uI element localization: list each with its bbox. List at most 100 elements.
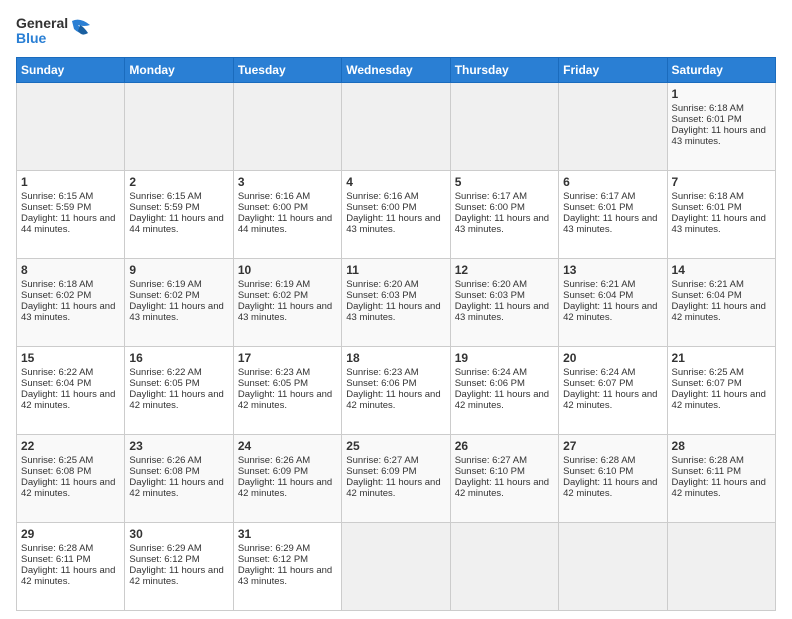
sunrise-text: Sunrise: 6:18 AM	[21, 279, 93, 290]
calendar-cell: 15Sunrise: 6:22 AMSunset: 6:04 PMDayligh…	[17, 346, 125, 434]
calendar-cell: 16Sunrise: 6:22 AMSunset: 6:05 PMDayligh…	[125, 346, 233, 434]
calendar-cell: 12Sunrise: 6:20 AMSunset: 6:03 PMDayligh…	[450, 258, 558, 346]
daylight-text: Daylight: 11 hours and 42 minutes.	[346, 389, 440, 411]
sunset-text: Sunset: 6:05 PM	[238, 378, 308, 389]
header-cell-saturday: Saturday	[667, 57, 775, 82]
day-number: 23	[129, 439, 228, 453]
calendar-cell: 20Sunrise: 6:24 AMSunset: 6:07 PMDayligh…	[559, 346, 667, 434]
day-number: 11	[346, 263, 445, 277]
sunrise-text: Sunrise: 6:23 AM	[346, 367, 418, 378]
sunset-text: Sunset: 6:02 PM	[21, 290, 91, 301]
calendar-cell	[342, 82, 450, 170]
calendar-cell	[559, 82, 667, 170]
sunrise-text: Sunrise: 6:28 AM	[21, 543, 93, 554]
calendar-cell	[450, 82, 558, 170]
daylight-text: Daylight: 11 hours and 43 minutes.	[129, 301, 223, 323]
sunrise-text: Sunrise: 6:26 AM	[129, 455, 201, 466]
day-number: 5	[455, 175, 554, 189]
sunrise-text: Sunrise: 6:23 AM	[238, 367, 310, 378]
daylight-text: Daylight: 11 hours and 42 minutes.	[455, 389, 549, 411]
sunrise-text: Sunrise: 6:24 AM	[455, 367, 527, 378]
day-number: 6	[563, 175, 662, 189]
daylight-text: Daylight: 11 hours and 42 minutes.	[346, 477, 440, 499]
header-cell-wednesday: Wednesday	[342, 57, 450, 82]
day-number: 25	[346, 439, 445, 453]
day-number: 3	[238, 175, 337, 189]
logo-bird-icon	[70, 17, 92, 45]
calendar-cell: 29Sunrise: 6:28 AMSunset: 6:11 PMDayligh…	[17, 522, 125, 610]
day-number: 24	[238, 439, 337, 453]
sunset-text: Sunset: 6:01 PM	[672, 114, 742, 125]
sunrise-text: Sunrise: 6:21 AM	[563, 279, 635, 290]
sunset-text: Sunset: 6:00 PM	[346, 202, 416, 213]
calendar-cell	[17, 82, 125, 170]
calendar-cell: 17Sunrise: 6:23 AMSunset: 6:05 PMDayligh…	[233, 346, 341, 434]
header: General Blue	[16, 16, 776, 47]
sunrise-text: Sunrise: 6:20 AM	[455, 279, 527, 290]
day-number: 27	[563, 439, 662, 453]
sunrise-text: Sunrise: 6:22 AM	[129, 367, 201, 378]
calendar-body: 1Sunrise: 6:18 AMSunset: 6:01 PMDaylight…	[17, 82, 776, 610]
day-number: 29	[21, 527, 120, 541]
sunrise-text: Sunrise: 6:19 AM	[238, 279, 310, 290]
sunrise-text: Sunrise: 6:26 AM	[238, 455, 310, 466]
daylight-text: Daylight: 11 hours and 42 minutes.	[21, 565, 115, 587]
day-number: 7	[672, 175, 771, 189]
day-number: 21	[672, 351, 771, 365]
daylight-text: Daylight: 11 hours and 42 minutes.	[672, 389, 766, 411]
day-number: 2	[129, 175, 228, 189]
sunset-text: Sunset: 6:12 PM	[238, 554, 308, 565]
day-number: 12	[455, 263, 554, 277]
daylight-text: Daylight: 11 hours and 43 minutes.	[238, 301, 332, 323]
calendar-cell: 2Sunrise: 6:15 AMSunset: 5:59 PMDaylight…	[125, 170, 233, 258]
sunrise-text: Sunrise: 6:16 AM	[238, 191, 310, 202]
sunrise-text: Sunrise: 6:17 AM	[455, 191, 527, 202]
calendar-cell: 27Sunrise: 6:28 AMSunset: 6:10 PMDayligh…	[559, 434, 667, 522]
daylight-text: Daylight: 11 hours and 43 minutes.	[21, 301, 115, 323]
daylight-text: Daylight: 11 hours and 43 minutes.	[672, 213, 766, 235]
sunset-text: Sunset: 6:04 PM	[563, 290, 633, 301]
sunset-text: Sunset: 6:00 PM	[238, 202, 308, 213]
sunset-text: Sunset: 6:07 PM	[563, 378, 633, 389]
header-row: SundayMondayTuesdayWednesdayThursdayFrid…	[17, 57, 776, 82]
daylight-text: Daylight: 11 hours and 42 minutes.	[238, 389, 332, 411]
header-cell-monday: Monday	[125, 57, 233, 82]
sunrise-text: Sunrise: 6:16 AM	[346, 191, 418, 202]
day-number: 31	[238, 527, 337, 541]
daylight-text: Daylight: 11 hours and 43 minutes.	[672, 125, 766, 147]
calendar-cell: 31Sunrise: 6:29 AMSunset: 6:12 PMDayligh…	[233, 522, 341, 610]
header-cell-tuesday: Tuesday	[233, 57, 341, 82]
sunset-text: Sunset: 6:09 PM	[346, 466, 416, 477]
sunrise-text: Sunrise: 6:18 AM	[672, 103, 744, 114]
week-row-5: 29Sunrise: 6:28 AMSunset: 6:11 PMDayligh…	[17, 522, 776, 610]
daylight-text: Daylight: 11 hours and 42 minutes.	[238, 477, 332, 499]
calendar-cell: 7Sunrise: 6:18 AMSunset: 6:01 PMDaylight…	[667, 170, 775, 258]
calendar-cell: 11Sunrise: 6:20 AMSunset: 6:03 PMDayligh…	[342, 258, 450, 346]
header-cell-thursday: Thursday	[450, 57, 558, 82]
day-number: 9	[129, 263, 228, 277]
calendar-cell: 19Sunrise: 6:24 AMSunset: 6:06 PMDayligh…	[450, 346, 558, 434]
day-number: 1	[21, 175, 120, 189]
calendar-cell: 8Sunrise: 6:18 AMSunset: 6:02 PMDaylight…	[17, 258, 125, 346]
day-number: 28	[672, 439, 771, 453]
calendar-cell	[667, 522, 775, 610]
day-number: 15	[21, 351, 120, 365]
day-number: 14	[672, 263, 771, 277]
daylight-text: Daylight: 11 hours and 44 minutes.	[21, 213, 115, 235]
daylight-text: Daylight: 11 hours and 42 minutes.	[563, 389, 657, 411]
week-row-2: 8Sunrise: 6:18 AMSunset: 6:02 PMDaylight…	[17, 258, 776, 346]
calendar-cell: 14Sunrise: 6:21 AMSunset: 6:04 PMDayligh…	[667, 258, 775, 346]
logo-wordmark: General Blue	[16, 16, 92, 47]
sunrise-text: Sunrise: 6:21 AM	[672, 279, 744, 290]
sunset-text: Sunset: 6:09 PM	[238, 466, 308, 477]
daylight-text: Daylight: 11 hours and 42 minutes.	[672, 301, 766, 323]
daylight-text: Daylight: 11 hours and 43 minutes.	[238, 565, 332, 587]
daylight-text: Daylight: 11 hours and 42 minutes.	[455, 477, 549, 499]
sunrise-text: Sunrise: 6:28 AM	[672, 455, 744, 466]
sunset-text: Sunset: 6:08 PM	[21, 466, 91, 477]
calendar-cell	[450, 522, 558, 610]
sunset-text: Sunset: 6:03 PM	[346, 290, 416, 301]
day-number: 4	[346, 175, 445, 189]
sunset-text: Sunset: 6:00 PM	[455, 202, 525, 213]
sunset-text: Sunset: 6:05 PM	[129, 378, 199, 389]
